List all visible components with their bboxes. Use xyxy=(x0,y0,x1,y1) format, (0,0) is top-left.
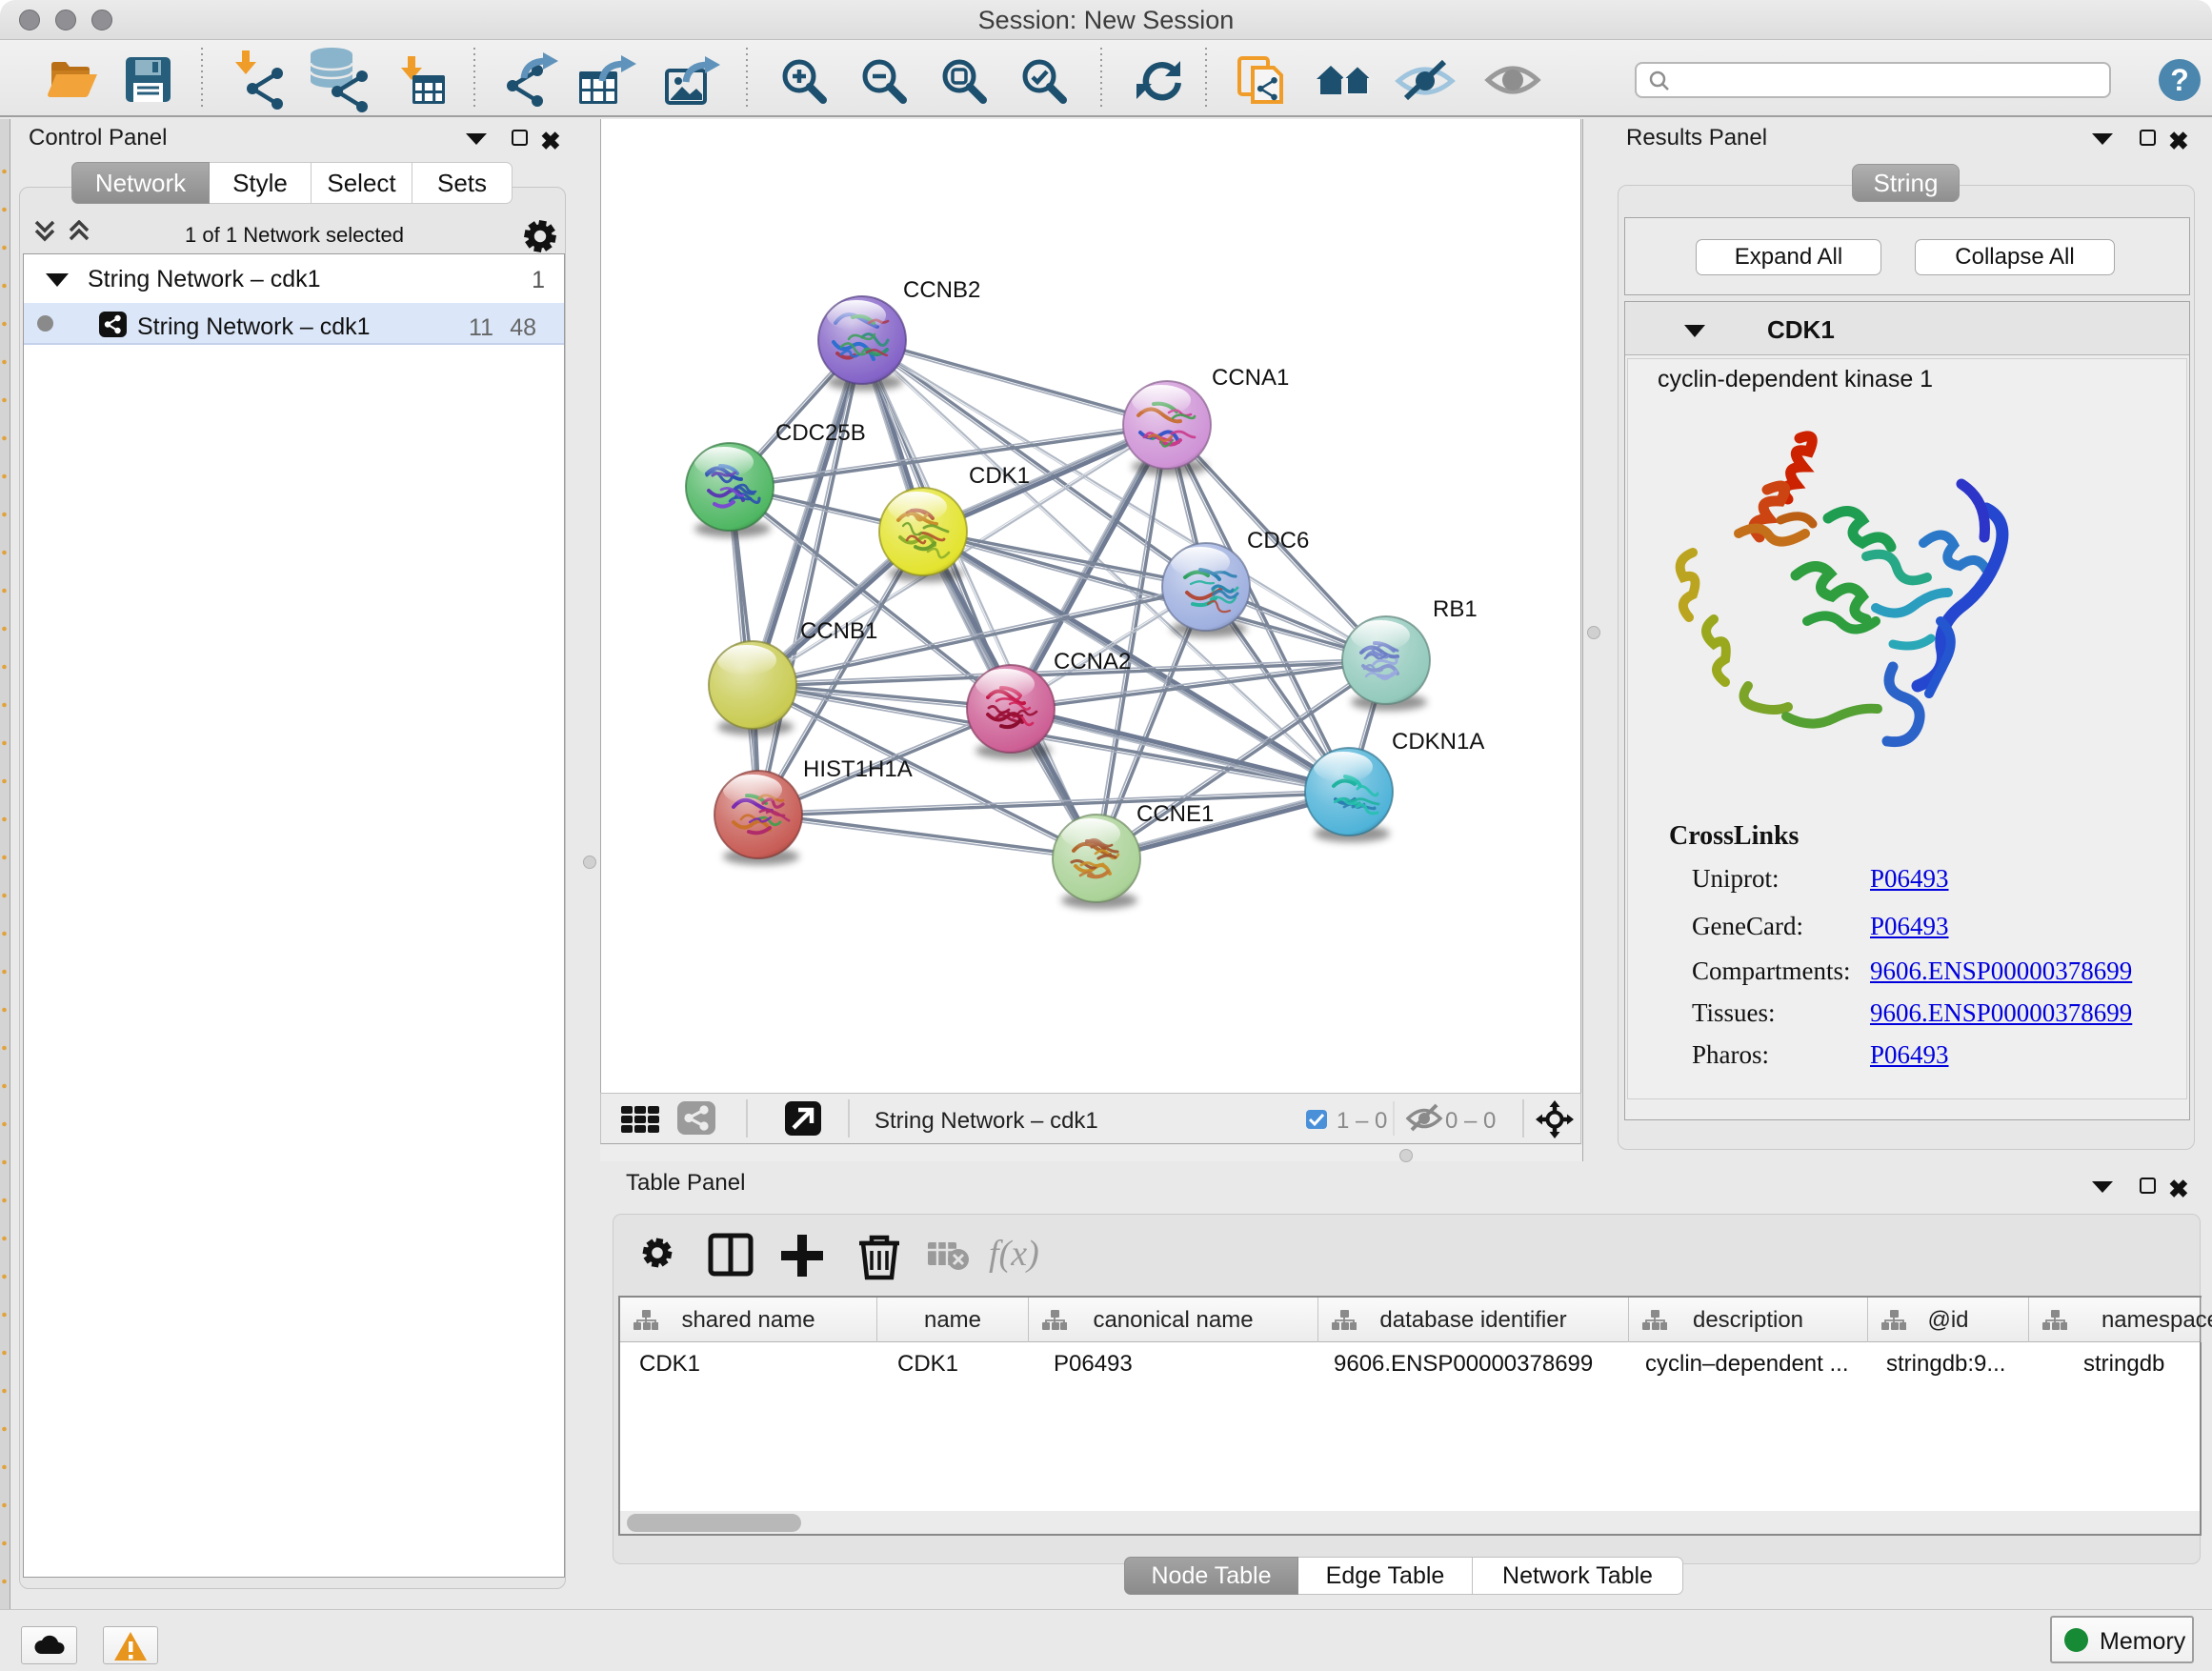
svg-text:CCNB2: CCNB2 xyxy=(903,277,980,303)
svg-text:String Network – cdk1: String Network – cdk1 xyxy=(875,1108,1098,1134)
svg-text:CCNB1: CCNB1 xyxy=(800,618,877,644)
svg-text:CCNA2: CCNA2 xyxy=(1054,649,1131,674)
svg-text:f(x): f(x) xyxy=(989,1234,1039,1274)
svg-text:CDC6: CDC6 xyxy=(1247,528,1309,554)
svg-text:0 – 0: 0 – 0 xyxy=(1445,1108,1496,1134)
svg-text:CDK1: CDK1 xyxy=(969,463,1030,489)
svg-text:RB1: RB1 xyxy=(1433,596,1478,622)
svg-text:1 – 0: 1 – 0 xyxy=(1337,1108,1387,1134)
svg-text:CCNE1: CCNE1 xyxy=(1136,801,1214,827)
svg-text:CCNA1: CCNA1 xyxy=(1212,365,1289,391)
svg-text:CDC25B: CDC25B xyxy=(775,420,866,446)
svg-text:CDKN1A: CDKN1A xyxy=(1392,729,1484,755)
svg-text:?: ? xyxy=(2170,63,2189,97)
svg-text:HIST1H1A: HIST1H1A xyxy=(803,756,913,782)
